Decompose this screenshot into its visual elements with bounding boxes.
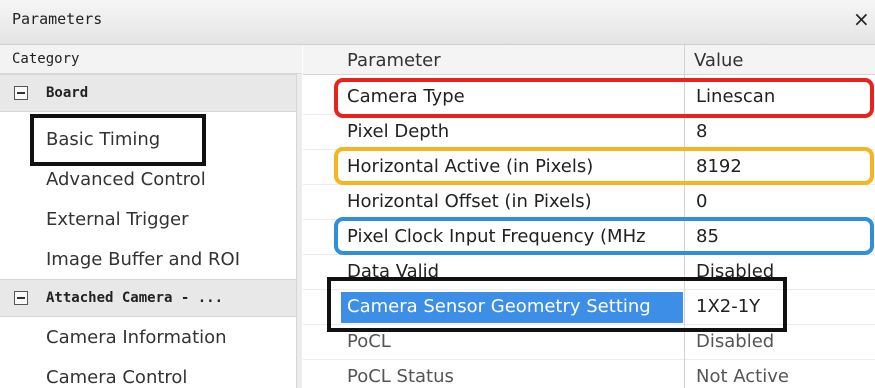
horizontal-active-highlight bbox=[334, 147, 874, 185]
param-value[interactable]: Disabled bbox=[696, 331, 774, 352]
category-item-external-trigger[interactable]: External Trigger bbox=[46, 209, 188, 230]
param-name: Pixel Depth bbox=[347, 121, 450, 142]
pane-splitter[interactable] bbox=[296, 74, 302, 388]
param-name: PoCL Status bbox=[347, 366, 454, 387]
category-item-advanced-control[interactable]: Advanced Control bbox=[46, 169, 206, 190]
category-group-attached-camera[interactable]: Attached Camera - ... bbox=[0, 279, 296, 317]
category-header: Category bbox=[0, 45, 302, 74]
category-group-label: Attached Camera - ... bbox=[46, 290, 224, 306]
grid-header: Parameter Value bbox=[303, 45, 875, 75]
selected-item-highlight bbox=[30, 114, 206, 166]
column-header-value[interactable]: Value bbox=[694, 50, 743, 71]
camera-type-highlight bbox=[334, 78, 874, 118]
param-row-pixel-depth[interactable]: Pixel Depth 8 bbox=[303, 115, 875, 150]
category-item-image-buffer-roi[interactable]: Image Buffer and ROI bbox=[46, 249, 240, 270]
category-item-camera-information[interactable]: Camera Information bbox=[46, 327, 227, 348]
category-group-label: Board bbox=[46, 85, 89, 101]
category-item-camera-control[interactable]: Camera Control bbox=[46, 367, 187, 388]
param-row-pocl-status[interactable]: PoCL Status Not Active bbox=[303, 360, 875, 388]
category-header-label: Category bbox=[12, 51, 80, 67]
collapse-icon[interactable] bbox=[14, 291, 28, 305]
collapse-icon[interactable] bbox=[14, 86, 28, 100]
pixel-clock-highlight bbox=[334, 217, 874, 255]
parameter-grid: Parameter Value Camera Type Linescan Pix… bbox=[303, 45, 875, 388]
column-header-parameter[interactable]: Parameter bbox=[347, 50, 441, 71]
param-value[interactable]: 8 bbox=[696, 121, 707, 142]
parameters-window: Parameters × Category Board Basic Timing… bbox=[0, 0, 875, 388]
param-name: Horizontal Offset (in Pixels) bbox=[347, 191, 592, 212]
close-icon[interactable]: × bbox=[853, 9, 870, 29]
window-title: Parameters bbox=[12, 10, 103, 28]
param-value[interactable]: 0 bbox=[696, 191, 707, 212]
category-pane: Category Board Basic Timing Advanced Con… bbox=[0, 45, 302, 388]
param-value[interactable]: Not Active bbox=[696, 366, 789, 387]
sensor-geometry-highlight bbox=[327, 277, 787, 332]
title-bar: Parameters × bbox=[0, 0, 875, 45]
param-name: PoCL bbox=[347, 331, 391, 352]
category-group-board[interactable]: Board bbox=[0, 74, 296, 112]
param-row-horizontal-offset[interactable]: Horizontal Offset (in Pixels) 0 bbox=[303, 185, 875, 220]
